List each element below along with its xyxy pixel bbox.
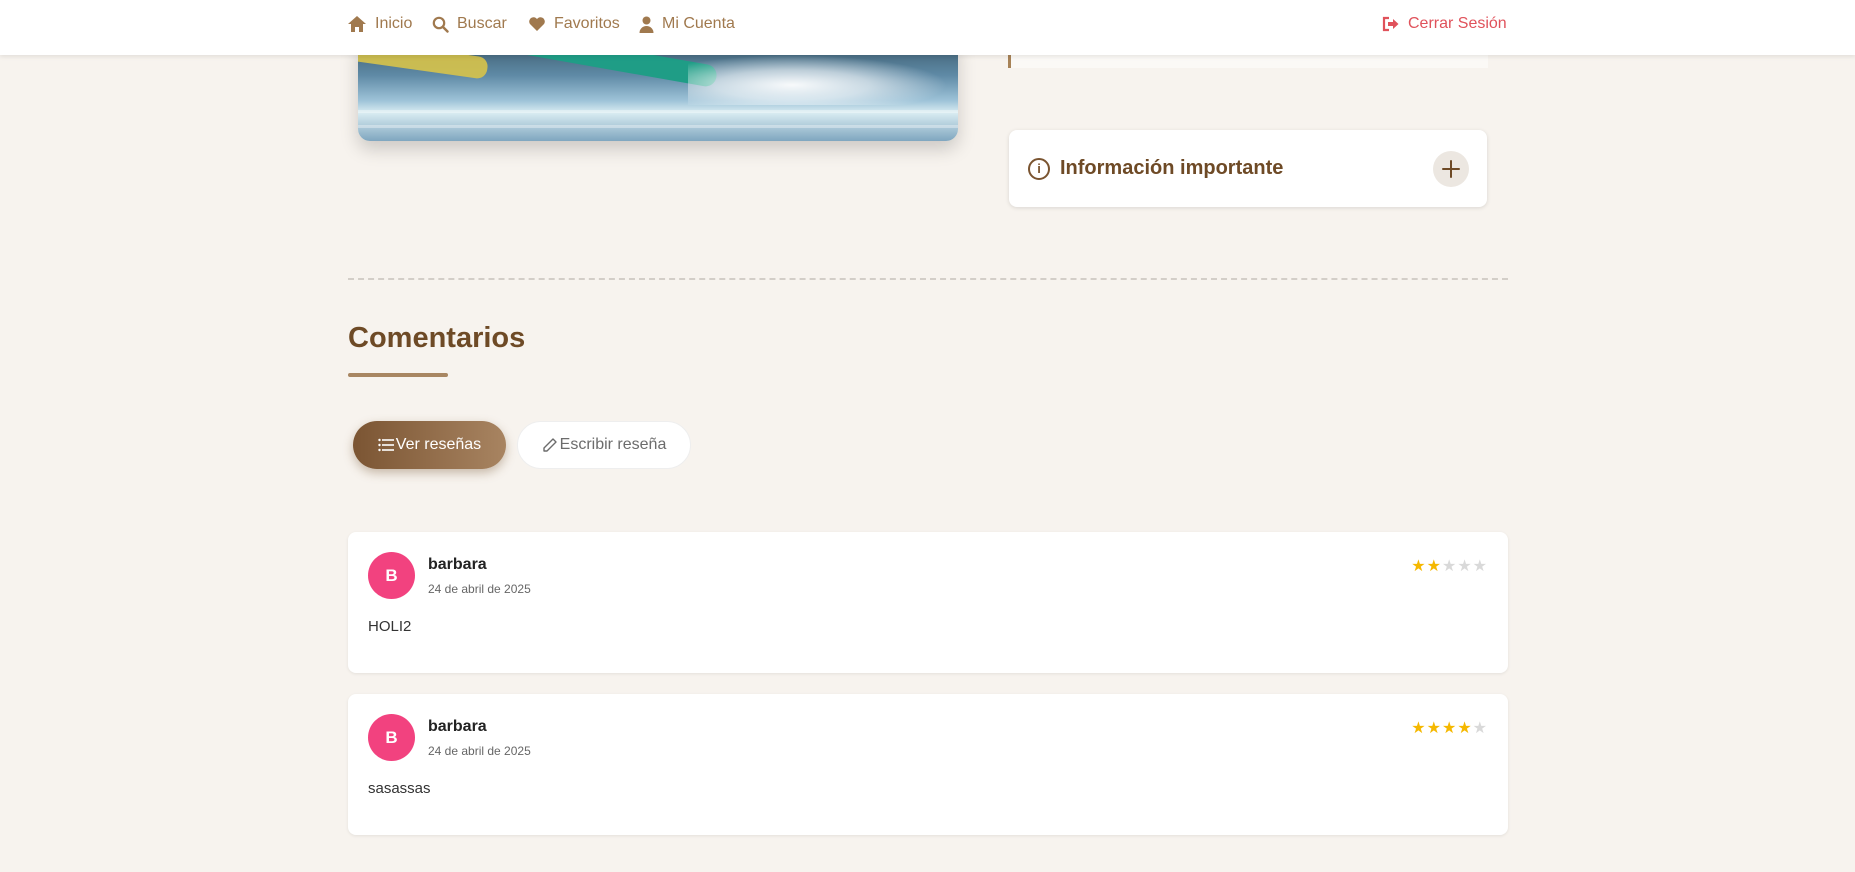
logout-icon <box>1382 16 1399 32</box>
star-empty-icon: ★ <box>1472 720 1488 737</box>
nav-favorites[interactable]: Favoritos <box>528 15 620 33</box>
page: i Información importante Comentarios Ver… <box>0 0 1855 872</box>
view-reviews-label: Ver reseñas <box>395 436 482 453</box>
list-icon <box>378 438 394 452</box>
star-empty-icon: ★ <box>1457 558 1473 575</box>
star-empty-icon: ★ <box>1441 558 1458 575</box>
star-empty-icon: ★ <box>1472 558 1488 575</box>
info-accordion[interactable]: i Información importante <box>1009 130 1487 207</box>
nav-search-label: Buscar <box>457 15 507 32</box>
view-reviews-button[interactable]: Ver reseñas <box>353 421 506 469</box>
review-text: sasassas <box>368 780 431 797</box>
star-filled-icon: ★ <box>1426 720 1442 737</box>
review-date: 24 de abril de 2025 <box>428 744 531 758</box>
user-icon <box>639 16 654 33</box>
review-text: HOLI2 <box>368 618 412 635</box>
nav-logout-label: Cerrar Sesión <box>1408 15 1507 32</box>
nav-home-label: Inicio <box>375 15 413 32</box>
star-filled-icon: ★ <box>1411 558 1427 575</box>
plus-icon <box>1442 160 1460 178</box>
star-rating: ★★★★★ <box>1411 718 1488 738</box>
star-filled-icon: ★ <box>1426 558 1442 575</box>
nav-home[interactable]: Inicio <box>347 15 412 33</box>
star-filled-icon: ★ <box>1411 720 1427 737</box>
top-navbar: Inicio Buscar Favoritos Mi Cuenta Cerrar… <box>0 0 1855 55</box>
star-filled-icon: ★ <box>1457 720 1473 737</box>
review-card: B barbara 24 de abril de 2025 HOLI2 ★★★★… <box>348 532 1508 673</box>
nav-search[interactable]: Buscar <box>432 15 507 33</box>
reviewer-name: barbara <box>428 718 487 735</box>
heart-icon <box>529 17 545 31</box>
pencil-icon <box>542 438 557 452</box>
comments-title: Comentarios <box>348 322 526 354</box>
write-review-label: Escribir reseña <box>559 436 667 453</box>
write-review-button[interactable]: Escribir reseña <box>517 421 691 469</box>
activity-photo <box>358 40 958 141</box>
star-rating: ★★★★★ <box>1411 556 1488 576</box>
nav-account-label: Mi Cuenta <box>662 15 735 32</box>
avatar: B <box>368 552 415 599</box>
comments-title-underline <box>348 373 448 377</box>
search-icon <box>432 16 449 33</box>
nav-favorites-label: Favoritos <box>554 15 620 32</box>
review-date: 24 de abril de 2025 <box>428 582 531 596</box>
reviewer-name: barbara <box>428 556 487 573</box>
nav-logout[interactable]: Cerrar Sesión <box>1382 15 1507 33</box>
expand-plus-button[interactable] <box>1433 151 1469 187</box>
info-accordion-title: Información importante <box>1060 157 1284 179</box>
nav-account[interactable]: Mi Cuenta <box>639 15 735 33</box>
star-filled-icon: ★ <box>1441 720 1458 737</box>
avatar: B <box>368 714 415 761</box>
section-divider <box>348 278 1508 280</box>
home-icon <box>348 16 366 32</box>
review-card: B barbara 24 de abril de 2025 sasassas ★… <box>348 694 1508 835</box>
info-icon: i <box>1028 158 1050 180</box>
